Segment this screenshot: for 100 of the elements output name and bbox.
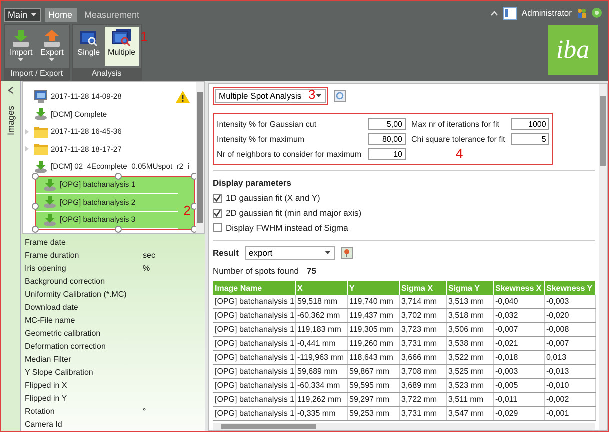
annotation-number: 3 [308, 87, 316, 102]
input-field[interactable]: 5,00 [368, 118, 406, 130]
table-cell: -0,001 [544, 406, 595, 421]
table-cell: 3,523 mm [446, 378, 493, 393]
table-cell: [OPG] batchanalysis 1 [213, 378, 295, 393]
table-cell: -0,018 [493, 350, 544, 365]
property-label: Camera Id [25, 420, 64, 429]
resize-handle[interactable] [115, 172, 122, 180]
section-title: Display parameters [213, 178, 292, 188]
refresh-button[interactable] [334, 90, 346, 102]
resize-handle[interactable] [32, 226, 39, 233]
resize-handle[interactable] [32, 172, 39, 180]
stacked-images-icon [112, 29, 132, 47]
table-cell: -0,007 [493, 322, 544, 337]
ribbon-button[interactable]: Multiple [105, 27, 139, 66]
caret-icon [324, 251, 331, 256]
collapse-ribbon-icon[interactable] [490, 10, 498, 16]
table-cell: 59,595 mm [347, 378, 399, 393]
panel-layout-icon[interactable] [502, 6, 517, 20]
table-cell: 59,297 mm [347, 392, 399, 407]
table-cell: -0,011 [493, 392, 544, 407]
vertical-scrollbar[interactable] [599, 84, 607, 430]
table-cell: 3,511 mm [446, 392, 493, 407]
table-cell: -0,003 [493, 364, 544, 379]
input-field[interactable]: 1000 [511, 118, 550, 130]
checkbox[interactable] [213, 194, 222, 203]
property-label: Iris opening [25, 264, 68, 273]
input-field[interactable]: 10 [368, 148, 406, 160]
column-header: Sigma X [399, 281, 446, 296]
folder-icon [33, 124, 49, 139]
checkbox[interactable] [213, 208, 222, 218]
table-cell: -0,032 [493, 308, 544, 323]
help-icon[interactable] [592, 8, 602, 18]
table-cell: 59,867 mm [347, 364, 399, 379]
table-cell: -0,020 [544, 308, 595, 323]
logo: iba [548, 25, 598, 75]
table-cell: 3,731 mm [399, 406, 446, 421]
download-icon [33, 160, 49, 174]
annotation-number: 2 [184, 202, 191, 218]
table-cell: 3,731 mm [399, 336, 446, 351]
ribbon-button[interactable]: Single [74, 27, 104, 66]
table-cell: 0,013 [544, 350, 595, 365]
table-cell: 3,547 mm [446, 406, 493, 421]
parameter-label: Intensity % for maximum [217, 134, 306, 144]
table-cell: [OPG] batchanalysis 1 [213, 406, 295, 421]
table-cell: -119,963 mm [295, 350, 347, 365]
table-cell: -0,008 [544, 322, 595, 337]
users-icon[interactable] [577, 8, 587, 18]
panel-tab[interactable]: Images [6, 106, 16, 136]
download-arrow-icon [11, 29, 32, 47]
table-cell: 3,538 mm [446, 336, 493, 351]
image-magnifier-icon [78, 29, 99, 47]
caret-icon [30, 13, 37, 17]
table-cell: [OPG] batchanalysis 1 [213, 364, 295, 379]
table-cell: -0,003 [544, 295, 595, 309]
table-cell: 59,253 mm [347, 406, 399, 421]
result-dropdown[interactable]: export [244, 246, 335, 260]
table-cell: -0,013 [544, 364, 595, 379]
group-label: Import / Export [5, 68, 69, 80]
ribbon-button[interactable]: Import [7, 27, 36, 66]
download-icon [42, 178, 58, 192]
table-cell: -0,007 [544, 336, 595, 351]
export-button[interactable] [340, 247, 353, 260]
table-cell: 3,714 mm [399, 295, 446, 309]
property-label: Flipped in X [25, 381, 68, 390]
property-label: Uniformity Calibration (*.MC) [25, 290, 128, 299]
checkbox[interactable] [213, 223, 222, 232]
collapse-icon[interactable] [8, 87, 14, 94]
main-menu-button[interactable]: Main [4, 8, 41, 22]
ribbon-tab[interactable]: Measurement [80, 8, 144, 22]
table-cell: -60,362 mm [295, 308, 347, 323]
table-cell: 118,643 mm [347, 350, 399, 365]
table-cell: -0,021 [493, 336, 544, 351]
table-cell: 119,437 mm [347, 308, 399, 323]
table-cell: [OPG] batchanalysis 1 [213, 322, 295, 337]
input-field[interactable]: 80,00 [368, 133, 406, 145]
user-name[interactable]: Administrator [522, 8, 572, 18]
checkbox-label: Display FWHM instead of Sigma [226, 222, 348, 233]
property-label: Background correction [25, 277, 106, 286]
column-header: Skewness Y [544, 281, 595, 296]
download-icon [33, 107, 49, 122]
table-cell: 119,740 mm [347, 295, 399, 309]
property-label: Download date [25, 303, 80, 312]
spots-count: 75 [307, 266, 316, 276]
ribbon-button[interactable]: Export [38, 27, 67, 66]
column-header: Image Name [213, 281, 295, 296]
field-label: Result [213, 248, 239, 258]
table-cell: 3,702 mm [399, 308, 446, 323]
property-label: Flipped in Y [25, 394, 68, 403]
table-cell: 119,183 mm [295, 322, 347, 337]
table-cell: 119,260 mm [347, 336, 399, 351]
table-cell: [OPG] batchanalysis 1 [213, 350, 295, 365]
upload-arrow-icon [42, 29, 62, 47]
resize-handle[interactable] [32, 202, 39, 210]
horizontal-scrollbar[interactable] [213, 423, 595, 430]
resize-handle[interactable] [115, 226, 122, 233]
property-value: % [143, 264, 152, 273]
vertical-scrollbar[interactable] [196, 82, 204, 233]
column-header: Y [347, 281, 399, 296]
input-field[interactable]: 5 [511, 133, 550, 145]
